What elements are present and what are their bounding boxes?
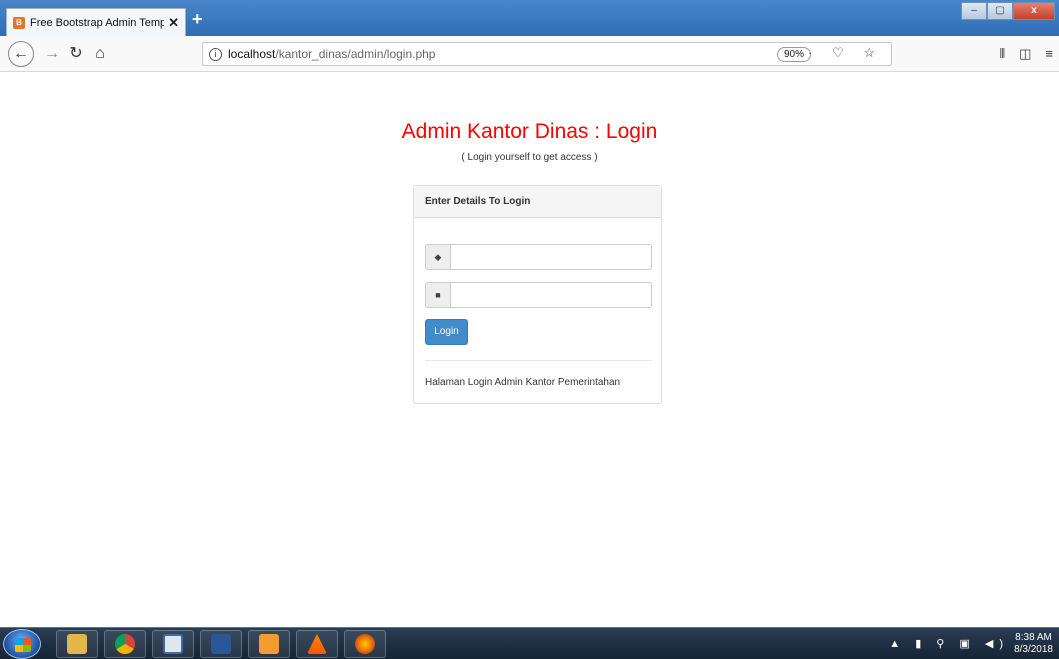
page-subtitle: ( Login yourself to get access ) — [461, 152, 598, 163]
chrome-icon — [115, 634, 135, 654]
word-icon — [211, 634, 231, 654]
password-input[interactable] — [451, 282, 652, 308]
system-tray[interactable]: ▲ ▮ ⚲ ▣ ◀) — [889, 637, 1009, 650]
windows-logo-icon — [15, 638, 31, 652]
tab-close-icon[interactable]: ✕ — [168, 15, 179, 31]
toolbar-icons: ⫴ ◫ ≡ — [1000, 46, 1053, 62]
close-window-button[interactable]: x — [1013, 2, 1055, 20]
login-button[interactable]: Login — [425, 319, 468, 345]
maximize-button[interactable]: ▢ — [987, 2, 1013, 20]
minimize-button[interactable]: ‒ — [961, 2, 987, 20]
vlc-icon — [307, 634, 327, 654]
library-icon[interactable]: ⫴ — [1000, 46, 1005, 62]
sidebar-icon[interactable]: ◫ — [1019, 46, 1031, 62]
lock-icon: ■ — [425, 282, 451, 308]
info-icon[interactable]: i — [209, 47, 222, 61]
browser-navbar: ← → ↻ ⌂ i localhost /kantor_dinas/admin/… — [0, 36, 1059, 72]
panel-heading: Enter Details To Login — [414, 186, 661, 218]
favicon-icon: B — [13, 16, 25, 29]
start-button[interactable] — [3, 629, 41, 659]
divider — [425, 360, 652, 361]
username-input[interactable] — [451, 244, 652, 270]
taskbar-vlc[interactable] — [296, 630, 338, 658]
taskbar-firefox[interactable] — [344, 630, 386, 658]
folder-icon — [67, 634, 87, 654]
new-tab-button[interactable]: + — [192, 9, 203, 30]
taskbar-sublime[interactable] — [248, 630, 290, 658]
firefox-icon — [355, 634, 375, 654]
page-actions-icons[interactable]: ··· ♡ ☆ — [783, 45, 883, 61]
taskbar-chrome[interactable] — [104, 630, 146, 658]
page-title: Admin Kantor Dinas : Login — [401, 120, 658, 143]
clock-time: 8:38 AM — [1015, 632, 1052, 643]
taskbar-word[interactable] — [200, 630, 242, 658]
reload-icon[interactable]: ↻ — [64, 42, 88, 66]
clock[interactable]: 8:38 AM 8/3/2018 — [1014, 632, 1053, 656]
back-arrow-icon[interactable]: ← — [8, 41, 34, 67]
url-bar[interactable]: i localhost /kantor_dinas/admin/login.ph… — [202, 42, 892, 66]
password-group: ■ — [425, 282, 652, 308]
url-host: localhost — [228, 47, 276, 61]
clock-date: 8/3/2018 — [1014, 644, 1053, 655]
sublime-icon — [259, 634, 279, 654]
window-controls: ‒ ▢ x — [961, 2, 1055, 20]
panel-footer-text: Halaman Login Admin Kantor Pemerintahan — [425, 377, 621, 388]
taskbar-explorer[interactable] — [56, 630, 98, 658]
url-path: /kantor_dinas/admin/login.php — [275, 47, 436, 61]
browser-tab[interactable]: B Free Bootstrap Admin Templat ✕ — [6, 8, 186, 36]
tab-title: Free Bootstrap Admin Templat — [30, 16, 165, 29]
browser-titlebar: B Free Bootstrap Admin Templat ✕ + ‒ ▢ x — [0, 0, 1059, 36]
home-icon[interactable]: ⌂ — [88, 42, 112, 66]
menu-icon[interactable]: ≡ — [1045, 46, 1053, 62]
windows-taskbar: ▲ ▮ ⚲ ▣ ◀) 8:38 AM 8/3/2018 — [0, 627, 1059, 659]
forward-arrow-icon[interactable]: → — [40, 42, 64, 66]
tag-icon: ◆ — [425, 244, 451, 270]
username-group: ◆ — [425, 244, 652, 270]
window-app-icon — [163, 634, 183, 654]
taskbar-notepad[interactable] — [152, 630, 194, 658]
login-panel: Enter Details To Login ◆ ■ Login Halaman… — [413, 185, 662, 404]
